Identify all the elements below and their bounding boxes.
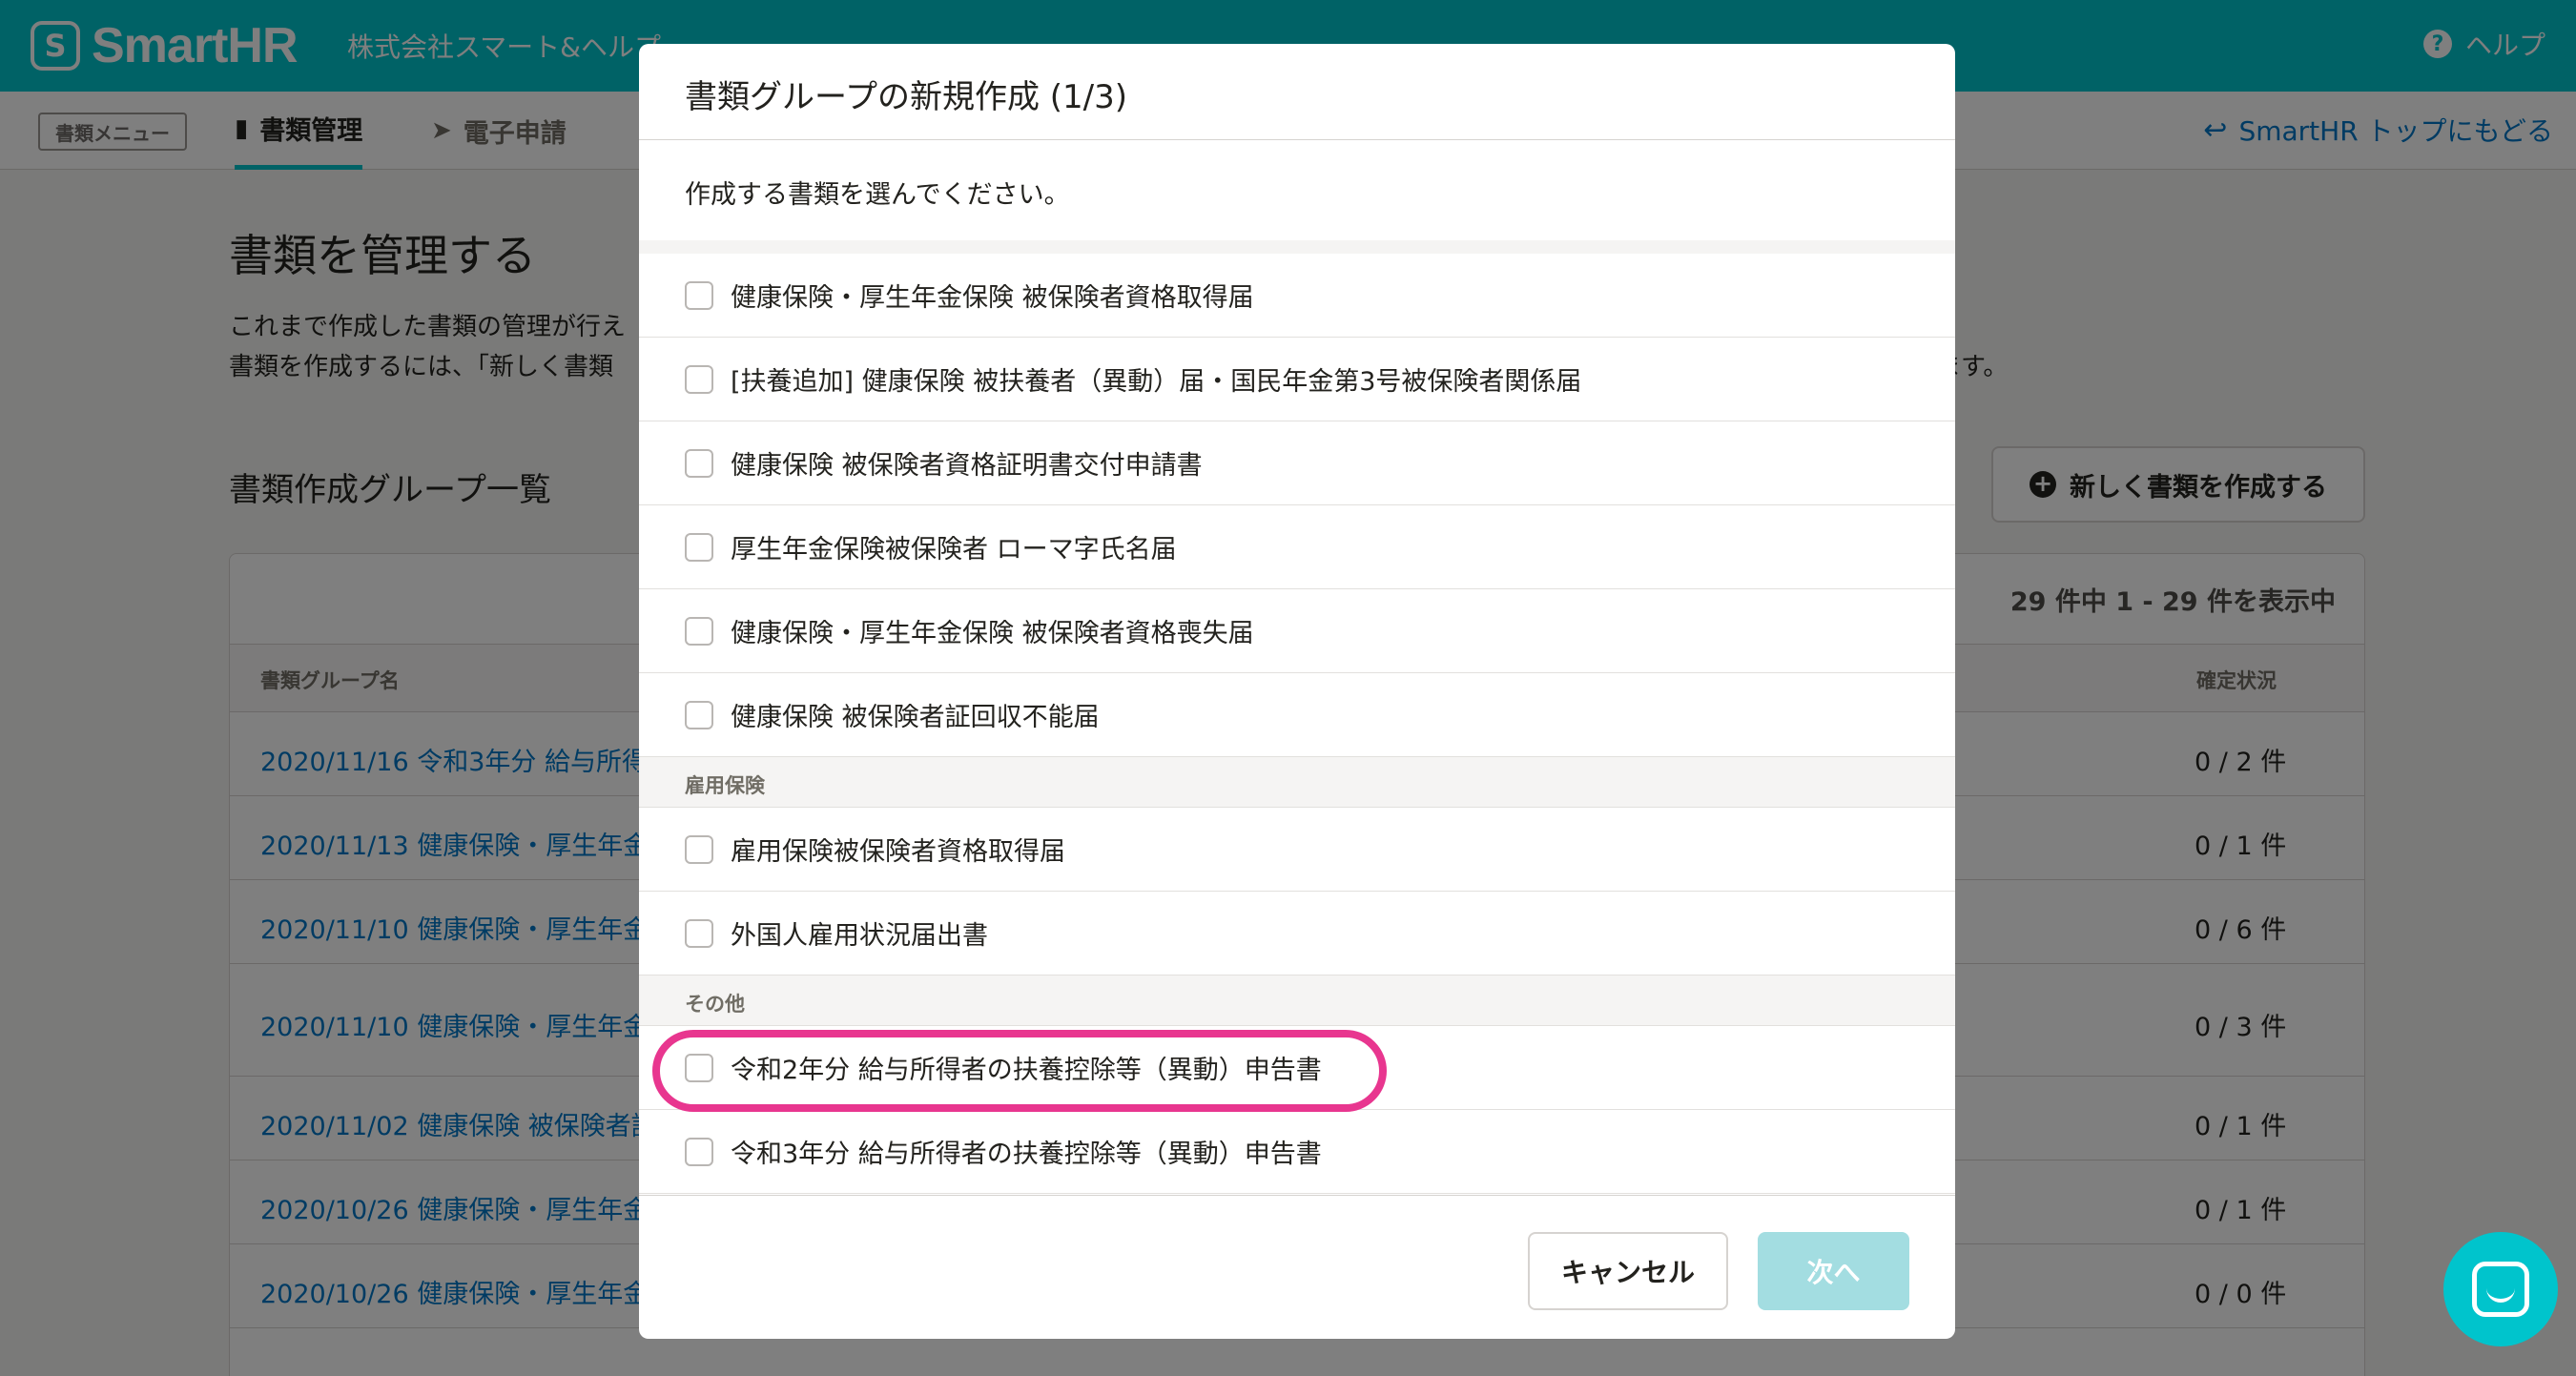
checkbox-label: 厚生年金保険被保険者 ローマ字氏名届 — [731, 535, 1177, 565]
checkbox-item[interactable]: 令和3年分 給与所得者の扶養控除等（異動）申告書 — [639, 1110, 1955, 1194]
checkbox[interactable] — [685, 918, 713, 948]
group-header-employment-insurance: 雇用保険 — [639, 757, 1955, 808]
checkbox-label: 健康保険 被保険者証回収不能届 — [731, 703, 1100, 732]
checkbox[interactable] — [685, 280, 713, 310]
dialog-title: 書類グループの新規作成 (1/3) — [685, 78, 1128, 116]
checkbox-label: 令和3年分 給与所得者の扶養控除等（異動）申告書 — [731, 1140, 1322, 1169]
checkbox[interactable] — [685, 532, 713, 562]
checkbox-label: 健康保険・厚生年金保険 被保険者資格喪失届 — [731, 619, 1254, 648]
checkbox-label: [扶養追加] 健康保険 被扶養者（異動）届・国民年金第3号被保険者関係届 — [731, 367, 1582, 397]
dialog-instruction: 作成する書類を選んでください。 — [685, 180, 1070, 210]
checkbox-item[interactable]: 外国人雇用状況届出書 — [639, 892, 1955, 976]
checkbox[interactable] — [685, 700, 713, 729]
create-document-group-dialog: 書類グループの新規作成 (1/3) 作成する書類を選んでください。 健康保険・厚… — [639, 44, 1955, 1339]
checkbox-label: 外国人雇用状況届出書 — [731, 921, 988, 951]
checkbox-label: 健康保険・厚生年金保険 被保険者資格取得届 — [731, 283, 1254, 313]
checkbox[interactable] — [685, 448, 713, 478]
highlight-ring — [652, 1030, 1387, 1112]
checkbox-item[interactable]: 健康保険 被保険者資格証明書交付申請書 — [639, 421, 1955, 505]
checkbox[interactable] — [685, 1137, 713, 1166]
checkbox-label: 健康保険 被保険者資格証明書交付申請書 — [731, 451, 1203, 481]
checkbox-item[interactable]: 雇用保険被保険者資格取得届 — [639, 808, 1955, 892]
checkbox[interactable] — [685, 616, 713, 646]
group-header-social-insurance — [639, 240, 1955, 254]
group-label: その他 — [685, 993, 745, 1016]
checkbox-item[interactable]: 健康保険・厚生年金保険 被保険者資格取得届 — [639, 254, 1955, 338]
checkbox-item[interactable]: 令和2年分 給与所得者の扶養控除等（異動）申告書 — [639, 1026, 1955, 1112]
checkbox-item[interactable]: [扶養追加] 健康保険 被扶養者（異動）届・国民年金第3号被保険者関係届 — [639, 338, 1955, 421]
checkbox-label: 雇用保険被保険者資格取得届 — [731, 837, 1065, 867]
checkbox-item[interactable]: 健康保険・厚生年金保険 被保険者資格喪失届 — [639, 589, 1955, 673]
next-button[interactable]: 次へ — [1758, 1232, 1909, 1310]
cancel-button[interactable]: キャンセル — [1528, 1232, 1728, 1310]
checkbox[interactable] — [685, 834, 713, 864]
checkbox-item[interactable]: 厚生年金保険被保険者 ローマ字氏名届 — [639, 505, 1955, 589]
chat-icon — [2472, 1262, 2529, 1317]
group-label: 雇用保険 — [685, 774, 765, 797]
group-header-other: その他 — [639, 976, 1955, 1026]
checkbox[interactable] — [685, 364, 713, 394]
chat-support-button[interactable] — [2443, 1232, 2558, 1346]
checkbox-item[interactable]: 健康保険 被保険者証回収不能届 — [639, 673, 1955, 757]
divider — [639, 139, 1955, 140]
document-checklist[interactable]: 健康保険・厚生年金保険 被保険者資格取得届 [扶養追加] 健康保険 被扶養者（異… — [639, 240, 1955, 1196]
